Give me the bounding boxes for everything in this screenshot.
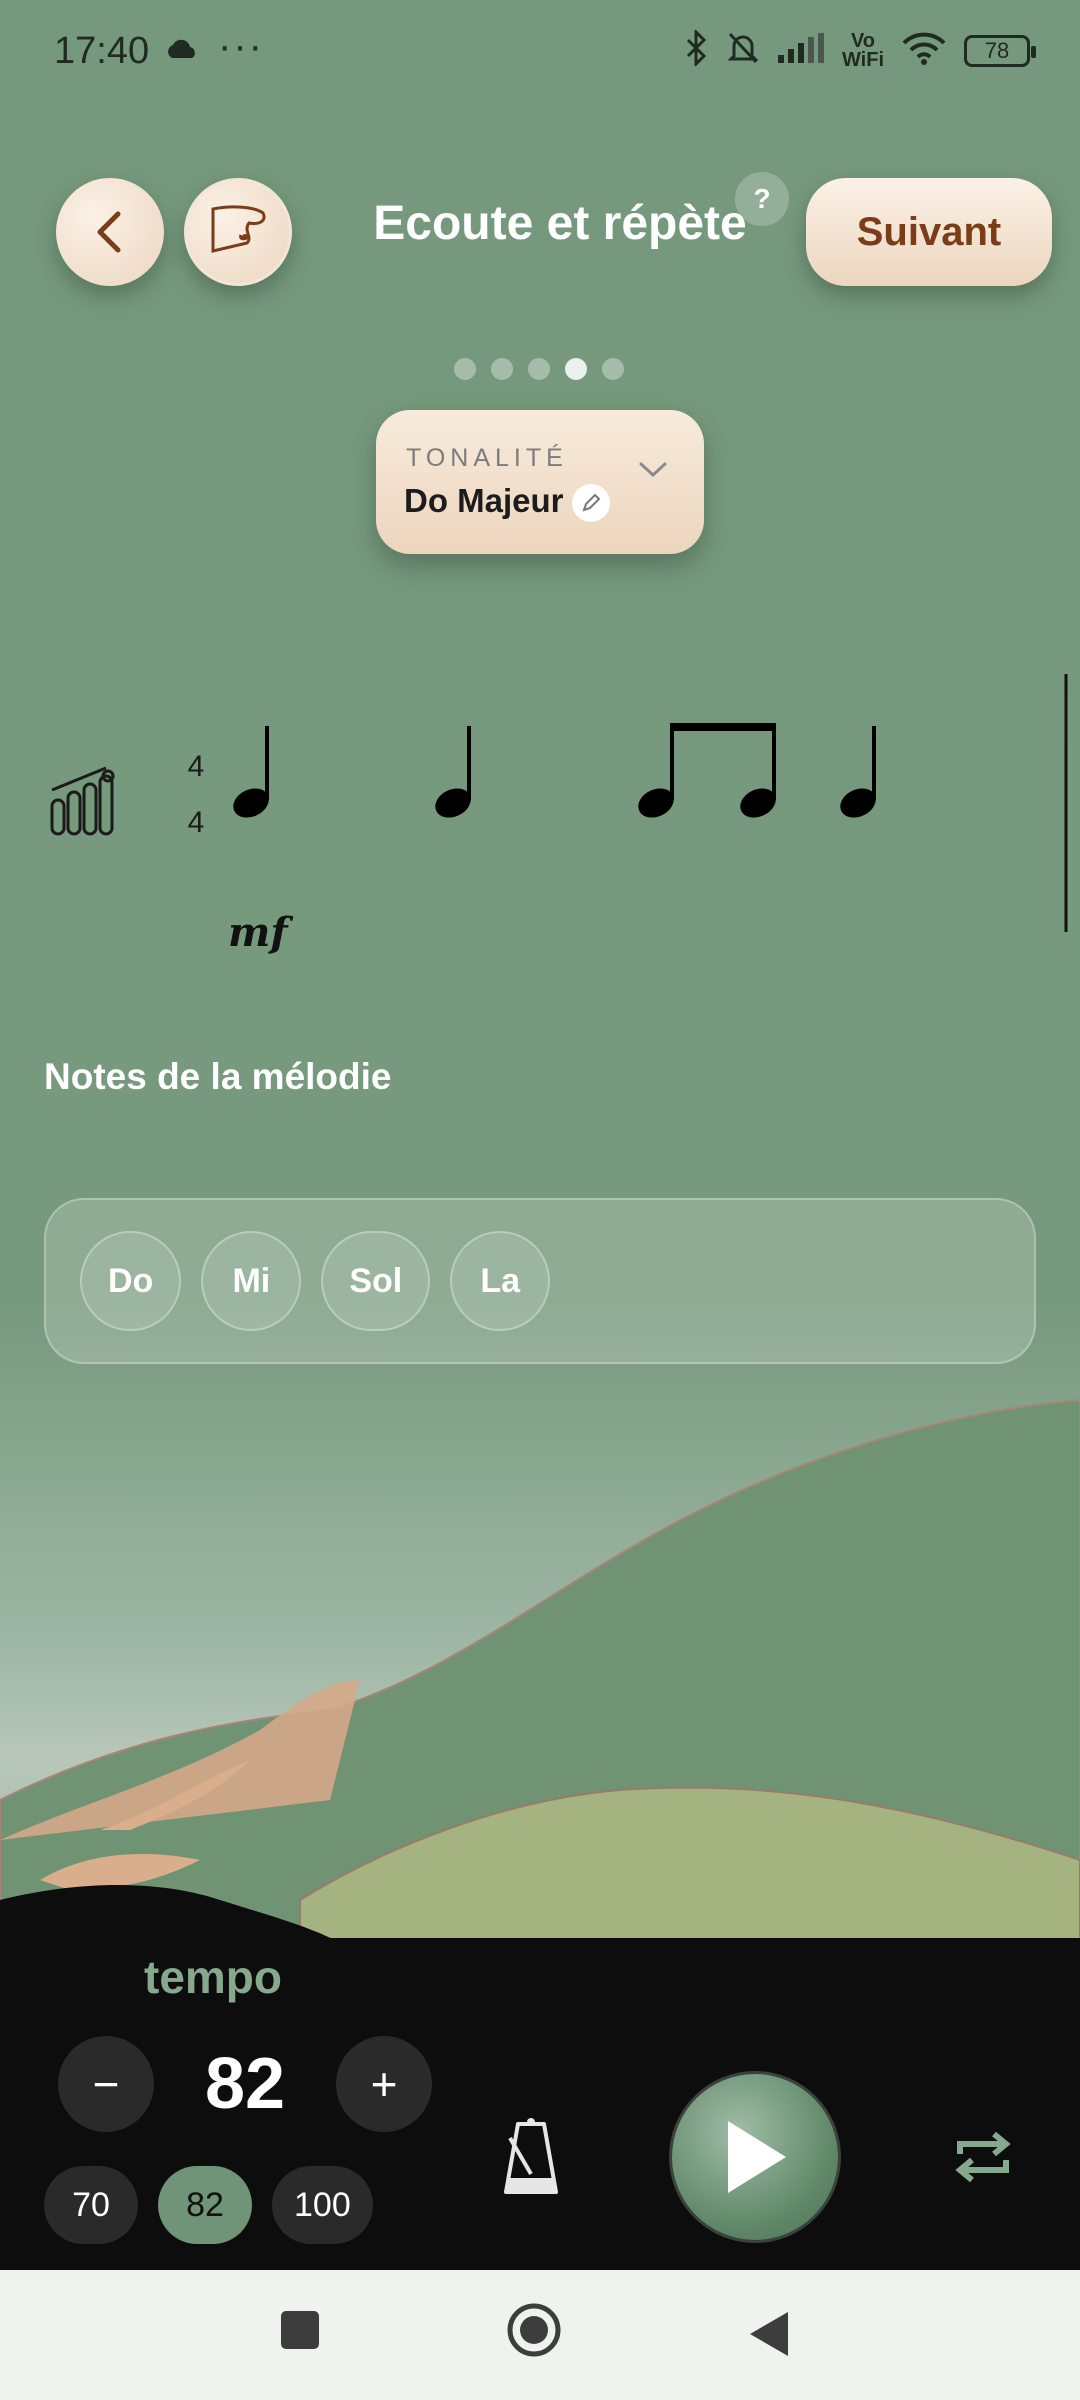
melody-notes-list: Do Mi Sol La (44, 1198, 1036, 1364)
step-dot (602, 358, 624, 380)
piano-icon (211, 205, 266, 253)
wifi-icon (902, 31, 946, 70)
play-icon (728, 2121, 786, 2193)
back-button[interactable] (56, 178, 164, 286)
tempo-presets: 70 82 100 (44, 2166, 373, 2244)
step-indicator (454, 358, 624, 380)
quarter-note (233, 726, 269, 818)
back-nav-button[interactable] (748, 2310, 790, 2363)
xylophone-icon (50, 766, 115, 836)
recent-apps-button[interactable] (280, 2310, 320, 2355)
vowifi-bottom: WiFi (841, 48, 884, 71)
eighth-note-pair (638, 723, 776, 818)
status-bar: 17:40 ··· Vo WiFi 78 (0, 0, 1080, 110)
step-dot (528, 358, 550, 380)
tempo-label: tempo (144, 1951, 282, 2003)
chevron-left-icon (97, 211, 121, 253)
cloud-icon (164, 38, 200, 65)
chevron-down-icon (638, 460, 668, 485)
pencil-icon[interactable] (572, 484, 610, 522)
note-chip-la[interactable]: La (450, 1231, 551, 1331)
metronome-icon[interactable] (496, 2116, 566, 2203)
vowifi-indicator: Vo WiFi (841, 31, 884, 71)
play-button[interactable] (672, 2074, 838, 2240)
time-signature-top: 4 (188, 750, 205, 783)
page-title: Ecoute et répète (373, 197, 747, 250)
tempo-preset-82[interactable]: 82 (158, 2166, 252, 2244)
tonality-label: TONALITÉ (406, 444, 568, 472)
playback-panel: tempo − 82 + 70 82 100 (0, 1938, 1080, 2270)
tonality-value: Do Majeur (404, 482, 564, 519)
tempo-decrease-button[interactable]: − (58, 2036, 154, 2132)
next-button[interactable]: Suivant (806, 178, 1052, 286)
step-dot-current (565, 358, 587, 380)
battery-icon: 78 (964, 34, 1036, 67)
note-chip-sol[interactable]: Sol (321, 1231, 431, 1331)
bluetooth-icon (684, 28, 708, 71)
battery-level: 78 (984, 37, 1010, 63)
quarter-note (840, 726, 876, 818)
quarter-note (435, 726, 471, 818)
note-chip-do[interactable]: Do (80, 1231, 182, 1331)
home-button[interactable] (506, 2302, 562, 2363)
tempo-value: 82 (204, 2044, 286, 2124)
music-score: 4 4 mf (50, 674, 1068, 956)
repeat-icon[interactable] (950, 2124, 1016, 2195)
tonality-selector[interactable]: TONALITÉ Do Majeur (376, 410, 704, 554)
help-button[interactable]: ? (735, 172, 789, 226)
note-chip-mi[interactable]: Mi (201, 1231, 302, 1331)
more-notifications-icon: ··· (218, 24, 264, 68)
signal-icon (777, 33, 824, 68)
step-dot (454, 358, 476, 380)
tempo-preset-100[interactable]: 100 (272, 2166, 373, 2244)
time-signature-bottom: 4 (188, 806, 205, 839)
instrument-button[interactable] (184, 178, 292, 286)
landscape-illustration (0, 1398, 1080, 1980)
step-dot (491, 358, 513, 380)
tempo-increase-button[interactable]: + (336, 2036, 432, 2132)
tempo-stepper: − 82 + (58, 2036, 432, 2132)
dynamic-marking: mf (228, 909, 293, 956)
status-time: 17:40 (54, 30, 150, 72)
bell-off-icon (726, 30, 760, 71)
melody-section-title: Notes de la mélodie (44, 1056, 392, 1097)
tempo-preset-70[interactable]: 70 (44, 2166, 138, 2244)
system-navigation-bar (0, 2270, 1080, 2400)
